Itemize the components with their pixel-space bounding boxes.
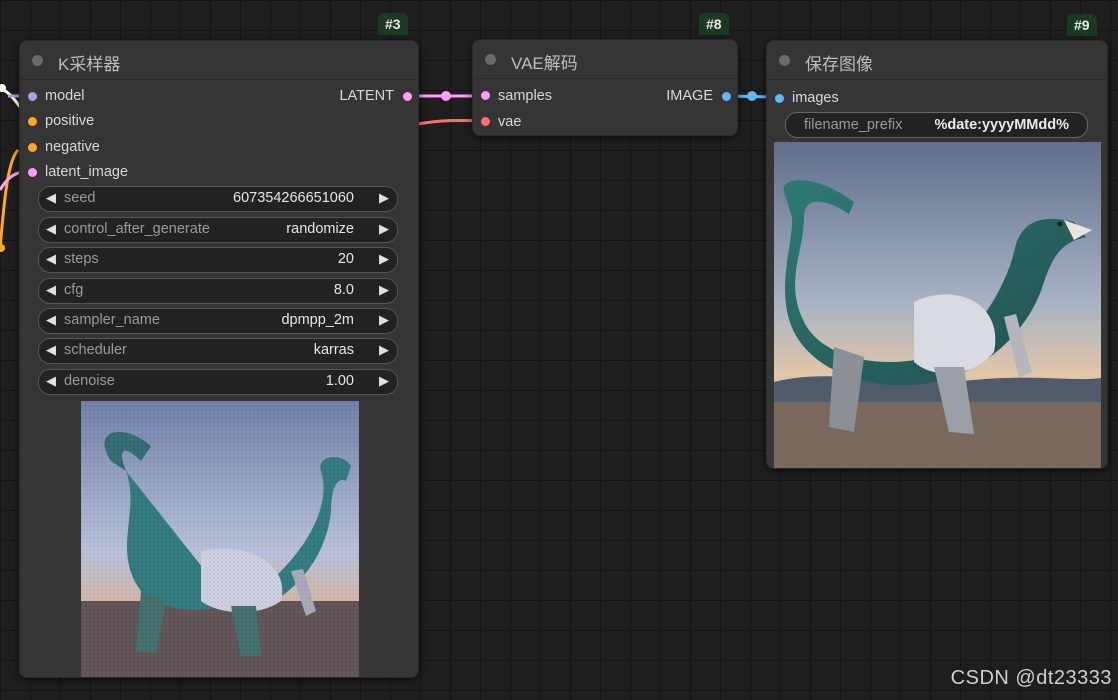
latent-link-midpoint bbox=[441, 91, 451, 101]
save-image-header[interactable]: 保存图像 bbox=[767, 41, 1107, 80]
input-slot-images: images bbox=[792, 90, 839, 106]
increment-arrow[interactable]: ▶ bbox=[379, 373, 389, 389]
widget-value: 8.0 bbox=[333, 282, 354, 298]
output-slot-latent-dot[interactable] bbox=[403, 92, 412, 101]
widget-label: control_after_generate bbox=[64, 221, 210, 237]
widget-label: sampler_name bbox=[64, 312, 160, 328]
model-link-reroute bbox=[0, 84, 6, 92]
output-image bbox=[774, 142, 1101, 468]
widget-value: randomize bbox=[286, 221, 354, 237]
decrement-arrow[interactable]: ◀ bbox=[46, 342, 56, 358]
input-slot-positive: positive bbox=[45, 113, 95, 129]
input-slot-latent-image-dot[interactable] bbox=[28, 168, 37, 177]
node-title: 保存图像 bbox=[805, 55, 873, 74]
increment-arrow[interactable]: ▶ bbox=[379, 251, 389, 267]
node-id-badge-ksampler: #3 bbox=[378, 13, 408, 35]
widget-value: karras bbox=[313, 342, 354, 358]
decrement-arrow[interactable]: ◀ bbox=[46, 282, 56, 298]
scheduler-widget[interactable]: ◀ scheduler karras ▶ bbox=[38, 338, 398, 364]
widget-value: dpmpp_2m bbox=[281, 312, 354, 328]
decrement-arrow[interactable]: ◀ bbox=[46, 373, 56, 389]
sampler-name-widget[interactable]: ◀ sampler_name dpmpp_2m ▶ bbox=[38, 308, 398, 334]
decrement-arrow[interactable]: ◀ bbox=[46, 221, 56, 237]
dinosaur-output-graphic bbox=[774, 142, 1101, 468]
widget-label: denoise bbox=[64, 373, 115, 389]
widget-label: seed bbox=[64, 190, 96, 206]
input-slot-images-dot[interactable] bbox=[775, 94, 784, 103]
widget-label: cfg bbox=[64, 282, 84, 298]
input-slot-model: model bbox=[45, 88, 85, 104]
increment-arrow[interactable]: ▶ bbox=[379, 312, 389, 328]
increment-arrow[interactable]: ▶ bbox=[379, 282, 389, 298]
steps-widget[interactable]: ◀ steps 20 ▶ bbox=[38, 247, 398, 273]
widget-value: %date:yyyyMMdd% bbox=[934, 117, 1069, 133]
collapse-toggle[interactable] bbox=[779, 55, 790, 66]
decrement-arrow[interactable]: ◀ bbox=[46, 251, 56, 267]
decrement-arrow[interactable]: ◀ bbox=[46, 190, 56, 206]
vae-decode-node[interactable]: VAE解码 samples vae IMAGE bbox=[472, 39, 738, 136]
input-slot-latent-image: latent_image bbox=[45, 164, 129, 180]
node-title: VAE解码 bbox=[511, 54, 578, 73]
image-link-midpoint bbox=[747, 91, 757, 101]
input-slot-samples: samples bbox=[498, 88, 552, 104]
seed-widget[interactable]: ◀ seed 607354266651060 ▶ bbox=[38, 186, 398, 212]
collapse-toggle[interactable] bbox=[485, 54, 496, 65]
ksampler-node[interactable]: K采样器 model positive negative latent_imag… bbox=[19, 40, 419, 678]
widget-value: 20 bbox=[337, 251, 354, 267]
widget-value: 1.00 bbox=[325, 373, 354, 389]
watermark-text: CSDN @dt23333 bbox=[950, 667, 1112, 689]
widget-label: steps bbox=[64, 251, 99, 267]
increment-arrow[interactable]: ▶ bbox=[379, 190, 389, 206]
ksampler-header[interactable]: K采样器 bbox=[20, 41, 418, 80]
latent-preview-image bbox=[81, 401, 359, 677]
increment-arrow[interactable]: ▶ bbox=[379, 342, 389, 358]
control-after-generate-widget[interactable]: ◀ control_after_generate randomize ▶ bbox=[38, 217, 398, 243]
decrement-arrow[interactable]: ◀ bbox=[46, 312, 56, 328]
widget-value: 607354266651060 bbox=[233, 190, 354, 206]
input-slot-model-dot[interactable] bbox=[28, 92, 37, 101]
output-slot-image-dot[interactable] bbox=[722, 92, 731, 101]
input-slot-vae: vae bbox=[498, 114, 522, 130]
input-slot-vae-dot[interactable] bbox=[481, 117, 490, 126]
save-image-node[interactable]: 保存图像 images filename_prefix %date:yyyyMM… bbox=[766, 40, 1108, 469]
input-slot-positive-dot[interactable] bbox=[28, 117, 37, 126]
conditioning-reroute bbox=[0, 244, 5, 252]
denoise-widget[interactable]: ◀ denoise 1.00 ▶ bbox=[38, 369, 398, 395]
vae-decode-header[interactable]: VAE解码 bbox=[473, 40, 737, 79]
node-id-badge-vae-decode: #8 bbox=[699, 13, 729, 35]
widget-label: scheduler bbox=[64, 342, 127, 358]
positive-link bbox=[0, 148, 20, 251]
increment-arrow[interactable]: ▶ bbox=[379, 221, 389, 237]
dinosaur-preview-graphic bbox=[81, 401, 359, 677]
input-slot-negative: negative bbox=[45, 139, 100, 155]
filename-prefix-field[interactable]: filename_prefix %date:yyyyMMdd% bbox=[785, 112, 1088, 138]
input-slot-samples-dot[interactable] bbox=[481, 91, 490, 100]
input-slot-negative-dot[interactable] bbox=[28, 143, 37, 152]
cfg-widget[interactable]: ◀ cfg 8.0 ▶ bbox=[38, 278, 398, 304]
output-slot-image: IMAGE bbox=[666, 88, 713, 104]
collapse-toggle[interactable] bbox=[32, 55, 43, 66]
output-slot-latent: LATENT bbox=[339, 88, 394, 104]
node-id-badge-save-image: #9 bbox=[1067, 14, 1097, 36]
node-title: K采样器 bbox=[58, 55, 121, 74]
widget-label: filename_prefix bbox=[804, 117, 903, 133]
